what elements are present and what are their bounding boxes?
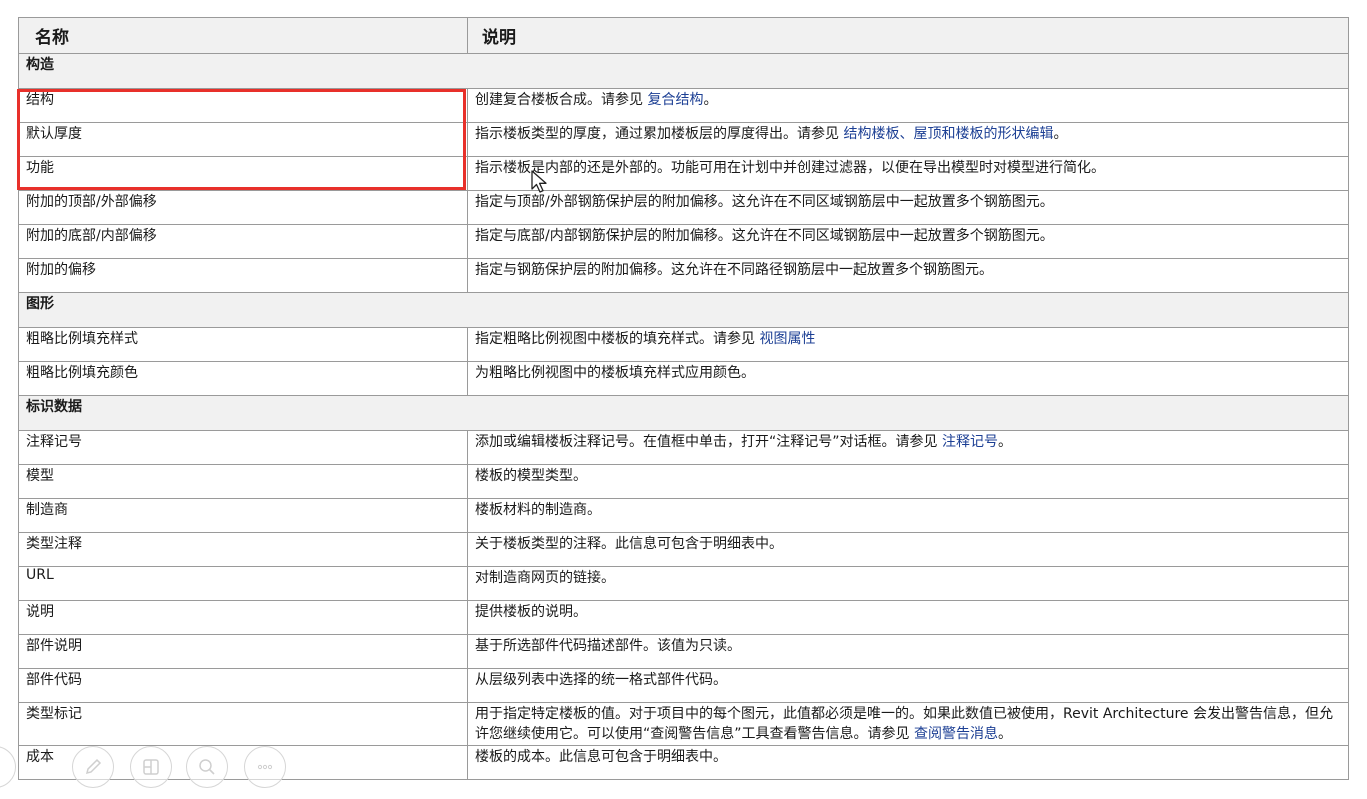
description-text: 指定与顶部/外部钢筋保护层的附加偏移。这允许在不同区域钢筋层中一起放置多个钢筋图… — [475, 194, 1054, 210]
property-description: 用于指定特定楼板的值。对于项目中的每个图元，此值都必须是唯一的。如果此数值已被使… — [467, 702, 1349, 746]
header-name: 名称 — [18, 17, 468, 54]
property-description: 指定粗略比例视图中楼板的填充样式。请参见 视图属性 — [467, 327, 1349, 362]
property-description: 为粗略比例视图中的楼板填充样式应用颜色。 — [467, 361, 1349, 396]
table-row: 说明 提供楼板的说明。 — [18, 600, 1349, 635]
table-body: 构造 结构 创建复合楼板合成。请参见 复合结构。 默认厚度 指示楼板类型的厚度，通过累加… — [18, 53, 1349, 780]
description-text: 。 — [997, 726, 1012, 742]
description-text: 楼板的模型类型。 — [475, 468, 587, 484]
property-description: 指示楼板类型的厚度，通过累加楼板层的厚度得出。请参见 结构楼板、屋顶和楼板的形状… — [467, 122, 1349, 157]
property-description: 对制造商网页的链接。 — [467, 566, 1349, 601]
reference-link[interactable]: 视图属性 — [759, 331, 815, 347]
table-row: 制造商 楼板材料的制造商。 — [18, 498, 1349, 533]
property-name: 类型注释 — [18, 532, 468, 567]
property-description: 指定与钢筋保护层的附加偏移。这允许在不同路径钢筋层中一起放置多个钢筋图元。 — [467, 258, 1349, 293]
description-text: 指示楼板是内部的还是外部的。功能可用在计划中并创建过滤器，以便在导出模型时对模型… — [475, 160, 1105, 176]
section-title: 图形 — [18, 292, 1349, 328]
property-name: 默认厚度 — [18, 122, 468, 157]
section-row: 图形 — [18, 292, 1349, 328]
table-row: 默认厚度 指示楼板类型的厚度，通过累加楼板层的厚度得出。请参见 结构楼板、屋顶和楼… — [18, 122, 1349, 157]
header-description: 说明 — [467, 17, 1349, 54]
table-row: URL 对制造商网页的链接。 — [18, 566, 1349, 601]
table-row: 功能 指示楼板是内部的还是外部的。功能可用在计划中并创建过滤器，以便在导出模型时对… — [18, 156, 1349, 191]
property-name: 粗略比例填充颜色 — [18, 361, 468, 396]
property-name: 部件说明 — [18, 634, 468, 669]
table-row: 部件代码 从层级列表中选择的统一格式部件代码。 — [18, 668, 1349, 703]
table-row: 粗略比例填充样式 指定粗略比例视图中楼板的填充样式。请参见 视图属性 — [18, 327, 1349, 362]
property-description: 指定与顶部/外部钢筋保护层的附加偏移。这允许在不同区域钢筋层中一起放置多个钢筋图… — [467, 190, 1349, 225]
table-row: 粗略比例填充颜色 为粗略比例视图中的楼板填充样式应用颜色。 — [18, 361, 1349, 396]
description-text: 添加或编辑楼板注释记号。在值框中单击，打开“注释记号”对话框。请参见 — [475, 434, 942, 450]
description-text: 指定粗略比例视图中楼板的填充样式。请参见 — [475, 331, 760, 347]
description-text: 。 — [703, 92, 718, 108]
description-text: 楼板材料的制造商。 — [475, 502, 601, 518]
property-description: 提供楼板的说明。 — [467, 600, 1349, 635]
table-row: 类型标记 用于指定特定楼板的值。对于项目中的每个图元，此值都必须是唯一的。如果此数… — [18, 702, 1349, 746]
description-text: 指定与底部/内部钢筋保护层的附加偏移。这允许在不同区域钢筋层中一起放置多个钢筋图… — [475, 228, 1054, 244]
properties-table: 名称 说明 构造 结构 创建复合楼板合成。请参见 复合结构。 默认厚度 指示楼板类型的厚… — [18, 17, 1349, 780]
table-row: 模型 楼板的模型类型。 — [18, 464, 1349, 499]
section-title: 标识数据 — [18, 395, 1349, 431]
reference-link[interactable]: 注释记号 — [942, 434, 998, 450]
property-name: 注释记号 — [18, 430, 468, 465]
description-text: 楼板的成本。此信息可包含于明细表中。 — [475, 749, 727, 765]
description-text: 指示楼板类型的厚度，通过累加楼板层的厚度得出。请参见 — [475, 126, 844, 142]
description-text: 基于所选部件代码描述部件。该值为只读。 — [475, 638, 741, 654]
description-text: 。 — [1053, 126, 1068, 142]
property-description: 关于楼板类型的注释。此信息可包含于明细表中。 — [467, 532, 1349, 567]
description-text: 。 — [997, 434, 1012, 450]
layout-icon[interactable] — [130, 746, 172, 788]
section-row: 构造 — [18, 53, 1349, 89]
reference-link[interactable]: 复合结构 — [647, 92, 703, 108]
reference-link[interactable]: 查阅警告消息 — [914, 726, 998, 742]
reference-link[interactable]: 结构楼板、屋顶和楼板的形状编辑 — [843, 126, 1053, 142]
description-text: 关于楼板类型的注释。此信息可包含于明细表中。 — [475, 536, 783, 552]
property-name: 说明 — [18, 600, 468, 635]
property-description: 指示楼板是内部的还是外部的。功能可用在计划中并创建过滤器，以便在导出模型时对模型… — [467, 156, 1349, 191]
property-name: 模型 — [18, 464, 468, 499]
property-name: 制造商 — [18, 498, 468, 533]
table-row: 附加的底部/内部偏移 指定与底部/内部钢筋保护层的附加偏移。这允许在不同区域钢筋层… — [18, 224, 1349, 259]
section-row: 标识数据 — [18, 395, 1349, 431]
table-row: 结构 创建复合楼板合成。请参见 复合结构。 — [18, 88, 1349, 123]
zoom-icon[interactable] — [186, 746, 228, 788]
table-row: 附加的顶部/外部偏移 指定与顶部/外部钢筋保护层的附加偏移。这允许在不同区域钢筋层… — [18, 190, 1349, 225]
property-name: 类型标记 — [18, 702, 468, 746]
property-name: 附加的偏移 — [18, 258, 468, 293]
property-name: URL — [18, 566, 468, 601]
table-header-row: 名称 说明 — [18, 17, 1349, 54]
property-description: 创建复合楼板合成。请参见 复合结构。 — [467, 88, 1349, 123]
arrow-icon[interactable] — [0, 746, 16, 788]
section-title: 构造 — [18, 53, 1349, 89]
description-text: 从层级列表中选择的统一格式部件代码。 — [475, 672, 727, 688]
description-text: 为粗略比例视图中的楼板填充样式应用颜色。 — [475, 365, 755, 381]
property-description: 基于所选部件代码描述部件。该值为只读。 — [467, 634, 1349, 669]
description-text: 创建复合楼板合成。请参见 — [475, 92, 648, 108]
property-name: 结构 — [18, 88, 468, 123]
table-row: 附加的偏移 指定与钢筋保护层的附加偏移。这允许在不同路径钢筋层中一起放置多个钢筋图… — [18, 258, 1349, 293]
property-name: 附加的底部/内部偏移 — [18, 224, 468, 259]
table-row: 注释记号 添加或编辑楼板注释记号。在值框中单击，打开“注释记号”对话框。请参见 注… — [18, 430, 1349, 465]
table-row: 部件说明 基于所选部件代码描述部件。该值为只读。 — [18, 634, 1349, 669]
description-text: 提供楼板的说明。 — [475, 604, 587, 620]
property-name: 功能 — [18, 156, 468, 191]
property-description: 从层级列表中选择的统一格式部件代码。 — [467, 668, 1349, 703]
property-description: 楼板的成本。此信息可包含于明细表中。 — [467, 745, 1349, 780]
floating-toolbar — [0, 746, 292, 792]
description-text: 用于指定特定楼板的值。对于项目中的每个图元，此值都必须是唯一的。如果此数值已被使… — [475, 706, 1333, 742]
property-description: 楼板的模型类型。 — [467, 464, 1349, 499]
mouse-cursor-icon — [531, 170, 547, 193]
description-text: 对制造商网页的链接。 — [475, 570, 615, 586]
description-text: 指定与钢筋保护层的附加偏移。这允许在不同路径钢筋层中一起放置多个钢筋图元。 — [475, 262, 993, 278]
more-icon[interactable] — [244, 746, 286, 788]
property-description: 楼板材料的制造商。 — [467, 498, 1349, 533]
property-name: 粗略比例填充样式 — [18, 327, 468, 362]
property-name: 部件代码 — [18, 668, 468, 703]
property-description: 添加或编辑楼板注释记号。在值框中单击，打开“注释记号”对话框。请参见 注释记号。 — [467, 430, 1349, 465]
pen-icon[interactable] — [72, 746, 114, 788]
table-row: 类型注释 关于楼板类型的注释。此信息可包含于明细表中。 — [18, 532, 1349, 567]
property-description: 指定与底部/内部钢筋保护层的附加偏移。这允许在不同区域钢筋层中一起放置多个钢筋图… — [467, 224, 1349, 259]
property-name: 附加的顶部/外部偏移 — [18, 190, 468, 225]
